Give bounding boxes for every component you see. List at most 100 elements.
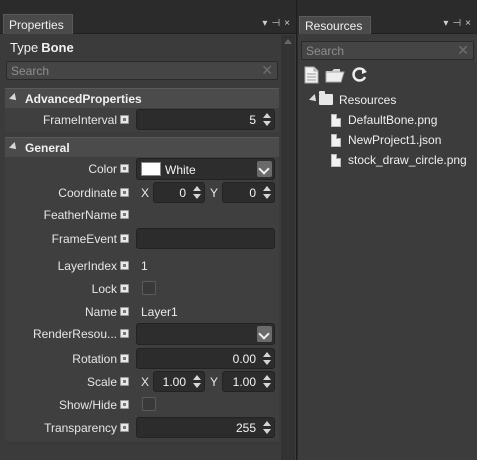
- frame-interval-stepper[interactable]: 5: [136, 109, 275, 130]
- keyframe-pin-icon[interactable]: [120, 284, 129, 293]
- scale-y-value: 1.00: [232, 375, 256, 389]
- keyframe-pin-icon[interactable]: [120, 354, 129, 363]
- x-axis-label: X: [141, 375, 150, 389]
- object-type-row: Type Bone: [10, 40, 74, 55]
- lock-checkbox[interactable]: [142, 281, 156, 295]
- frame-interval-value: 5: [249, 113, 256, 127]
- properties-tabbar: Properties ▾ ⊣ ×: [0, 0, 296, 34]
- refresh-icon[interactable]: [352, 66, 368, 83]
- property-row-name: Name Layer1: [5, 301, 279, 323]
- panel-menu-dropdown-icon[interactable]: ▾: [443, 18, 450, 29]
- file-label: stock_draw_circle.png: [348, 153, 467, 167]
- type-value: Bone: [41, 40, 74, 55]
- new-file-icon[interactable]: [304, 66, 319, 84]
- property-row-layer-index: LayerIndex 1: [5, 255, 279, 277]
- clear-search-icon[interactable]: ✕: [261, 62, 273, 79]
- scale-x-value: 1.00: [162, 375, 186, 389]
- spinner-arrows-icon[interactable]: [192, 185, 201, 200]
- layer-index-value: 1: [141, 259, 148, 273]
- expand-triangle-icon[interactable]: [309, 94, 319, 104]
- scale-x-stepper[interactable]: 1.00: [153, 371, 205, 392]
- color-value: White: [165, 163, 196, 177]
- keyframe-pin-icon[interactable]: [120, 188, 129, 197]
- search-placeholder: Search: [306, 44, 345, 58]
- file-label: DefaultBone.png: [348, 113, 438, 127]
- spinner-arrows-icon[interactable]: [262, 351, 271, 366]
- y-axis-label: Y: [210, 186, 219, 200]
- keyframe-pin-icon[interactable]: [120, 400, 129, 409]
- spinner-arrows-icon[interactable]: [262, 374, 271, 389]
- scale-y-stepper[interactable]: 1.00: [222, 371, 275, 392]
- type-label: Type: [10, 40, 39, 55]
- frame-event-input[interactable]: [136, 228, 275, 249]
- property-row-coordinate: Coordinate X 0 Y 0: [5, 182, 279, 204]
- scroll-up-arrow-icon[interactable]: [284, 39, 292, 44]
- spinner-arrows-icon[interactable]: [262, 112, 271, 127]
- property-label: FrameInterval: [42, 113, 117, 127]
- close-icon[interactable]: ×: [284, 18, 292, 29]
- properties-scrollbar[interactable]: [281, 35, 295, 460]
- resources-tabbar: Resources ▾ ⊣ ×: [298, 0, 477, 34]
- rotation-stepper[interactable]: 0.00: [136, 348, 275, 369]
- x-axis-label: X: [141, 186, 150, 200]
- tab-properties[interactable]: Properties: [3, 14, 73, 34]
- section-title: AdvancedProperties: [25, 92, 142, 106]
- keyframe-pin-icon[interactable]: [120, 329, 129, 338]
- coordinate-x-stepper[interactable]: 0: [153, 182, 205, 203]
- pin-icon[interactable]: ⊣: [452, 18, 463, 29]
- property-label: FeatherName: [43, 208, 117, 222]
- chevron-down-icon[interactable]: [257, 326, 272, 342]
- show-hide-checkbox[interactable]: [142, 397, 156, 411]
- keyframe-pin-icon[interactable]: [120, 164, 129, 173]
- tab-resources[interactable]: Resources: [299, 16, 372, 34]
- spinner-arrows-icon[interactable]: [192, 374, 201, 389]
- general-properties-body: Color White Coordinate X 0 Y 0 FeatherNa…: [5, 157, 279, 441]
- keyframe-pin-icon[interactable]: [120, 115, 129, 124]
- render-resource-dropdown[interactable]: [136, 323, 275, 345]
- open-folder-icon[interactable]: [325, 68, 346, 83]
- property-row-frame-interval: FrameInterval 5: [5, 109, 279, 131]
- close-icon[interactable]: ×: [465, 18, 473, 29]
- keyframe-pin-icon[interactable]: [120, 377, 129, 386]
- file-icon: [331, 154, 341, 167]
- panel-menu-dropdown-icon[interactable]: ▾: [262, 18, 269, 29]
- clear-search-icon[interactable]: ✕: [457, 42, 469, 59]
- section-general[interactable]: General: [5, 137, 279, 157]
- property-label: FrameEvent: [51, 232, 117, 246]
- pin-icon[interactable]: ⊣: [271, 18, 282, 29]
- keyframe-pin-icon[interactable]: [120, 261, 129, 270]
- file-icon: [331, 114, 341, 127]
- properties-search-input[interactable]: Search ✕: [6, 61, 278, 80]
- coordinate-y-stepper[interactable]: 0: [222, 182, 275, 203]
- keyframe-pin-icon[interactable]: [120, 210, 129, 219]
- section-title: General: [25, 141, 70, 155]
- resources-search-input[interactable]: Search ✕: [301, 41, 474, 60]
- file-icon: [331, 134, 341, 147]
- property-row-lock: Lock: [5, 278, 279, 300]
- property-label: Transparency: [44, 421, 117, 435]
- keyframe-pin-icon[interactable]: [120, 423, 129, 432]
- keyframe-pin-icon[interactable]: [120, 234, 129, 243]
- transparency-stepper[interactable]: 255: [136, 417, 275, 438]
- rotation-value: 0.00: [232, 352, 256, 366]
- property-label: Color: [88, 162, 117, 176]
- color-dropdown[interactable]: White: [136, 158, 275, 180]
- section-advanced-properties[interactable]: AdvancedProperties: [5, 88, 279, 108]
- collapse-triangle-icon[interactable]: [9, 93, 19, 103]
- name-value: Layer1: [141, 305, 178, 319]
- coordinate-y-value: 0: [249, 186, 256, 200]
- advanced-properties-body: FrameInterval 5: [5, 108, 279, 132]
- keyframe-pin-icon[interactable]: [120, 307, 129, 316]
- collapse-triangle-icon[interactable]: [9, 142, 19, 152]
- chevron-down-icon[interactable]: [257, 161, 272, 177]
- property-row-color: Color White: [5, 158, 279, 180]
- property-label: Coordinate: [58, 186, 117, 200]
- spinner-arrows-icon[interactable]: [262, 420, 271, 435]
- search-placeholder: Search: [11, 64, 50, 78]
- spinner-arrows-icon[interactable]: [262, 185, 271, 200]
- file-label: NewProject1.json: [348, 133, 442, 147]
- property-row-feather-name: FeatherName: [5, 204, 279, 226]
- property-row-show-hide: Show/Hide: [5, 394, 279, 416]
- property-label: Name: [84, 305, 117, 319]
- property-row-rotation: Rotation 0.00: [5, 348, 279, 370]
